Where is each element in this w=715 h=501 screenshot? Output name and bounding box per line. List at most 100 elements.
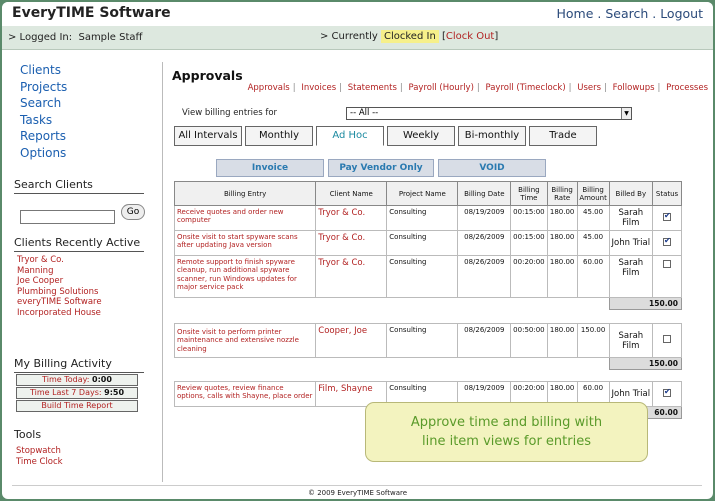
subnav-approvals[interactable]: Approvals bbox=[248, 83, 290, 93]
tool-time-clock-link[interactable]: Time Clock bbox=[16, 457, 144, 468]
status-checkbox[interactable] bbox=[663, 387, 672, 397]
callout-line-2: line item views for entries bbox=[421, 434, 591, 449]
callout-line-1: Approve time and billing with bbox=[410, 415, 603, 430]
tools-list: Stopwatch Time Clock bbox=[14, 446, 144, 467]
logged-in-status: > Logged In: Sample Staff bbox=[8, 32, 142, 43]
approvals-subnav: Approvals | Invoices | Statements | Payroll… bbox=[247, 83, 708, 93]
col-header[interactable]: Billing Date bbox=[457, 181, 512, 206]
client-name-link[interactable]: Tryor & Co. bbox=[315, 255, 388, 298]
status-checkbox[interactable] bbox=[663, 335, 672, 343]
subnav-statements[interactable]: Statements bbox=[348, 83, 397, 93]
tab-ad-hoc[interactable]: Ad Hoc bbox=[316, 126, 384, 146]
status-cell bbox=[652, 255, 682, 298]
col-header[interactable]: Billing Entry bbox=[173, 181, 317, 206]
status-cell bbox=[652, 205, 682, 231]
invoice-button[interactable]: Invoice bbox=[216, 159, 324, 177]
tab-trade[interactable]: Trade bbox=[529, 126, 597, 146]
recent-client-link[interactable]: Plumbing Solutions bbox=[17, 287, 149, 298]
billing-amount: 150.00 bbox=[576, 323, 610, 358]
time-7days-box: Time Last 7 Days: 9:50 bbox=[16, 387, 138, 399]
billing-entry-link[interactable]: Onsite visit to perform printer maintena… bbox=[173, 323, 317, 358]
billing-amount: 45.00 bbox=[576, 230, 610, 256]
col-header[interactable]: Client Name bbox=[315, 181, 388, 206]
billing-date: 08/26/2009 bbox=[457, 230, 512, 256]
billing-activity-box: Time Today: 0:00 Time Last 7 Days: 9:50 … bbox=[14, 374, 138, 413]
status-checkbox[interactable] bbox=[663, 211, 672, 221]
table-row: Receive quotes and order new computer Tr… bbox=[173, 205, 682, 231]
client-name-link[interactable]: Tryor & Co. bbox=[315, 205, 388, 231]
subnav-invoices[interactable]: Invoices bbox=[301, 83, 336, 93]
filter-label: View billing entries for bbox=[182, 108, 278, 118]
recent-client-link[interactable]: everyTIME Software bbox=[17, 297, 149, 308]
table-row: Remote support to finish spyware cleanup… bbox=[173, 255, 682, 298]
recent-clients-heading: Clients Recently Active bbox=[14, 236, 144, 252]
billing-amount: 45.00 bbox=[576, 205, 610, 231]
top-bar: EveryTIME Software Home . Search . Logou… bbox=[2, 2, 713, 26]
subnav-payroll-timeclock[interactable]: Payroll (Timeclock) bbox=[485, 83, 565, 93]
build-time-report-button[interactable]: Build Time Report bbox=[16, 400, 138, 412]
recent-client-link[interactable]: Incorporated House bbox=[17, 308, 149, 319]
table-row: Onsite visit to start spyware scans afte… bbox=[173, 230, 682, 256]
subnav-payroll-hourly[interactable]: Payroll (Hourly) bbox=[408, 83, 473, 93]
tool-stopwatch-link[interactable]: Stopwatch bbox=[16, 446, 144, 457]
billing-time: 00:50:00 bbox=[510, 323, 548, 358]
sidebar-item-clients[interactable]: Clients bbox=[20, 62, 149, 79]
col-header[interactable]: Billed By bbox=[608, 181, 654, 206]
time-today-value: 0:00 bbox=[92, 375, 112, 384]
sidebar-item-reports[interactable]: Reports bbox=[20, 128, 149, 145]
recent-client-link[interactable]: Tryor & Co. bbox=[17, 255, 149, 266]
billing-rate: 180.00 bbox=[546, 255, 578, 298]
sidebar-item-search[interactable]: Search bbox=[20, 95, 149, 112]
tab-all-intervals[interactable]: All Intervals bbox=[174, 126, 242, 146]
billing-entries-select[interactable]: -- All -- ▼ bbox=[346, 107, 632, 120]
project-name: Consulting bbox=[386, 230, 459, 256]
sidebar-item-options[interactable]: Options bbox=[20, 145, 149, 162]
tab-bi-monthly[interactable]: Bi-monthly bbox=[458, 126, 526, 146]
col-header[interactable]: Billing Amount bbox=[576, 181, 610, 206]
void-button[interactable]: VOID bbox=[438, 159, 546, 177]
clock-out-link[interactable]: Clock Out bbox=[446, 31, 494, 42]
client-name-link[interactable]: Cooper, Joe bbox=[315, 323, 388, 358]
nav-search-link[interactable]: Search bbox=[605, 6, 648, 21]
billed-by: Sarah Film bbox=[608, 205, 654, 231]
subnav-followups[interactable]: Followups bbox=[613, 83, 655, 93]
recent-client-link[interactable]: Joe Cooper bbox=[17, 276, 149, 287]
sidebar: Clients Projects Search Tasks Reports Op… bbox=[14, 62, 149, 467]
tab-weekly[interactable]: Weekly bbox=[387, 126, 455, 146]
billing-date: 08/26/2009 bbox=[457, 323, 512, 358]
group-total-row: 150.00 bbox=[174, 297, 683, 310]
subnav-processes[interactable]: Processes bbox=[666, 83, 708, 93]
table-row: Onsite visit to perform printer maintena… bbox=[173, 323, 682, 358]
billing-entry-link[interactable]: Review quotes, review finance options, c… bbox=[173, 381, 317, 407]
status-cell bbox=[652, 323, 682, 358]
footer-copyright: © 2009 EveryTIME Software bbox=[307, 489, 408, 497]
client-name-link[interactable]: Tryor & Co. bbox=[315, 230, 388, 256]
recent-client-link[interactable]: Manning bbox=[17, 266, 149, 277]
sidebar-item-tasks[interactable]: Tasks bbox=[20, 112, 149, 129]
nav-home-link[interactable]: Home bbox=[556, 6, 593, 21]
tab-monthly[interactable]: Monthly bbox=[245, 126, 313, 146]
status-checkbox[interactable] bbox=[663, 260, 672, 268]
logged-in-label: > Logged In: bbox=[8, 32, 73, 43]
col-header[interactable]: Billing Rate bbox=[546, 181, 578, 206]
subnav-users[interactable]: Users bbox=[577, 83, 601, 93]
billing-entry-link[interactable]: Onsite visit to start spyware scans afte… bbox=[173, 230, 317, 256]
col-header[interactable]: Status bbox=[652, 181, 682, 206]
billing-entry-link[interactable]: Receive quotes and order new computer bbox=[173, 205, 317, 231]
go-button[interactable]: Go bbox=[121, 204, 145, 220]
feature-callout: Approve time and billing with line item … bbox=[365, 402, 648, 462]
time-today-label: Time Today: bbox=[42, 375, 90, 384]
time-7days-label: Time Last 7 Days: bbox=[29, 388, 102, 397]
billing-activity-heading: My Billing Activity bbox=[14, 357, 144, 373]
billing-time: 00:15:00 bbox=[510, 230, 548, 256]
search-clients-input[interactable] bbox=[20, 210, 115, 224]
nav-logout-link[interactable]: Logout bbox=[660, 6, 703, 21]
col-header[interactable]: Project Name bbox=[386, 181, 459, 206]
billing-entry-link[interactable]: Remote support to finish spyware cleanup… bbox=[173, 255, 317, 298]
sidebar-item-projects[interactable]: Projects bbox=[20, 79, 149, 96]
table-header-row: Billing Entry Client Name Project Name B… bbox=[173, 181, 682, 206]
pay-vendor-only-button[interactable]: Pay Vendor Only bbox=[328, 159, 434, 177]
col-header[interactable]: Billing Time bbox=[510, 181, 548, 206]
status-checkbox[interactable] bbox=[663, 236, 672, 246]
billed-by: Sarah Film bbox=[608, 323, 654, 358]
